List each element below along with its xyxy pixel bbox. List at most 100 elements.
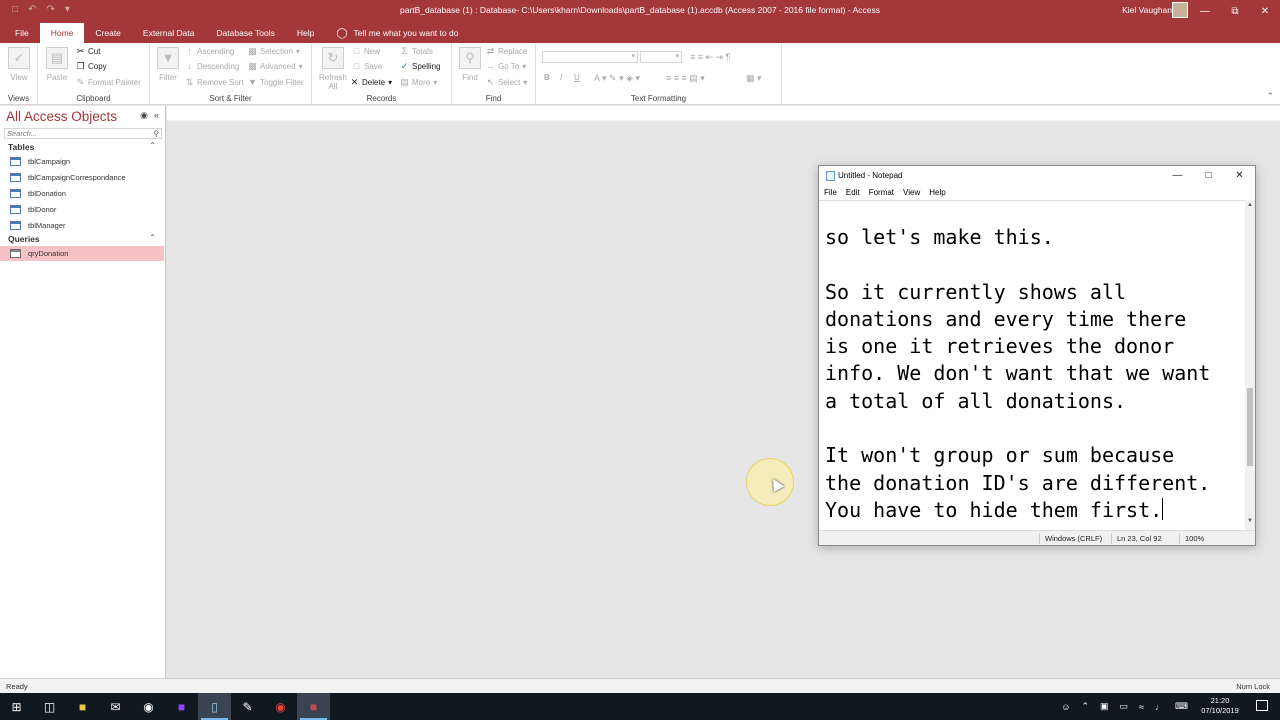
italic-button[interactable]: I	[560, 73, 562, 82]
circle-icon: ◉	[143, 699, 154, 714]
task-view-button[interactable]: ◫	[33, 693, 66, 720]
section-queries[interactable]: Queries ⌃	[0, 233, 164, 246]
tab-database-tools[interactable]: Database Tools	[205, 23, 285, 43]
nav-pane-title[interactable]: All Access Objects	[6, 109, 117, 124]
notepad-text-area[interactable]: so let's make this. So it currently show…	[819, 200, 1246, 530]
collapse-ribbon-icon[interactable]: ⌃	[1266, 91, 1274, 102]
nav-item-tblcampaigncorrespondance[interactable]: tblCampaignCorrespondance	[0, 170, 164, 185]
minimize-icon[interactable]: —	[1190, 0, 1220, 22]
tell-me-box[interactable]: ◯ Tell me what you want to do	[325, 23, 469, 43]
volume-icon[interactable]: ♩	[1155, 702, 1164, 712]
tab-create[interactable]: Create	[84, 23, 132, 43]
maximize-icon[interactable]: □	[1193, 166, 1224, 185]
menu-view[interactable]: View	[903, 188, 920, 197]
nav-menu-icon[interactable]: ◉	[140, 110, 148, 121]
nav-item-tbldonation[interactable]: tblDonation	[0, 186, 164, 201]
new-record-button[interactable]: □ New	[352, 47, 380, 57]
close-icon[interactable]: ✕	[1224, 166, 1255, 185]
bullets-icon[interactable]: ≡ ≡ ⇤ ⇥ ¶	[690, 52, 730, 63]
file-explorer-button[interactable]: ■	[66, 693, 99, 720]
app-taskbar-button[interactable]: ✎	[231, 693, 264, 720]
notepad-icon: ▯	[211, 699, 218, 714]
nav-item-tblcampaign[interactable]: tblCampaign	[0, 154, 164, 169]
tab-external-data[interactable]: External Data	[132, 23, 206, 43]
toggle-filter-button[interactable]: ▼ Toggle Filter	[248, 78, 304, 88]
keyboard-icon[interactable]: ⌨	[1175, 701, 1188, 712]
spelling-button[interactable]: ✓ Spelling	[400, 62, 441, 72]
tab-home[interactable]: Home	[39, 23, 85, 43]
people-icon[interactable]: ☺	[1061, 702, 1070, 712]
menu-format[interactable]: Format	[869, 188, 894, 197]
nav-item-tbldonor[interactable]: tblDonor	[0, 202, 164, 217]
twitch-button[interactable]: ■	[165, 693, 198, 720]
mail-button[interactable]: ✉	[99, 693, 132, 720]
scroll-down-icon[interactable]: ▼	[1245, 518, 1255, 528]
cortana-button[interactable]: ◉	[132, 693, 165, 720]
underline-button[interactable]: U	[574, 73, 580, 82]
delete-button[interactable]: ✕ Delete ▾	[350, 78, 392, 88]
cut-button[interactable]: ✂ Cut	[76, 47, 101, 57]
view-label: View	[10, 73, 28, 82]
scroll-up-icon[interactable]: ▲	[1245, 202, 1255, 212]
chevron-down-icon: ▾	[631, 53, 635, 60]
chrome-button[interactable]: ◉	[264, 693, 297, 720]
avatar[interactable]	[1172, 2, 1188, 18]
notepad-window[interactable]: Untitled - Notepad — □ ✕ File Edit Forma…	[818, 165, 1256, 546]
replace-button[interactable]: ⇄ Replace	[486, 47, 528, 57]
notepad-menu-bar: File Edit Format View Help	[819, 185, 1255, 200]
section-tables[interactable]: Tables ⌃	[0, 141, 164, 154]
advanced-button[interactable]: ▩ Advanced ▾	[248, 62, 302, 72]
notepad-taskbar-button[interactable]: ▯	[198, 693, 231, 720]
find-button[interactable]: ⚲ Find	[455, 47, 485, 82]
scrollbar-thumb[interactable]	[1247, 388, 1253, 466]
start-button[interactable]: ⊞	[0, 693, 33, 720]
notepad-window-controls: — □ ✕	[1162, 166, 1255, 185]
alignment-icons[interactable]: ≡ ≡ ≡ ▤ ▾	[666, 73, 705, 84]
select-button[interactable]: ↖ Select ▾	[486, 78, 528, 88]
battery-icon[interactable]: ▭	[1120, 701, 1129, 712]
selection-button[interactable]: ▩ Selection ▾	[248, 47, 300, 57]
refresh-all-button[interactable]: ↻ Refresh All	[318, 47, 348, 91]
tab-help[interactable]: Help	[286, 23, 325, 43]
paste-button[interactable]: ▤ Paste	[42, 47, 72, 82]
chevron-up-icon[interactable]: ⌃	[1081, 701, 1089, 712]
notification-icon[interactable]	[1256, 700, 1268, 711]
network-icon[interactable]: ▣	[1100, 701, 1109, 712]
font-name-dropdown[interactable]: ▾	[542, 51, 638, 63]
shutter-bar-icon[interactable]: «	[154, 110, 159, 121]
gridlines-icon[interactable]: ▦ ▾	[746, 73, 762, 84]
vertical-scrollbar[interactable]: ▲ ▼	[1245, 200, 1255, 530]
tab-file[interactable]: File	[4, 23, 40, 43]
close-icon[interactable]: ✕	[1250, 0, 1280, 22]
menu-help[interactable]: Help	[929, 188, 945, 197]
access-taskbar-button[interactable]: ■	[297, 693, 330, 720]
filter-button[interactable]: ▼ Filter	[153, 47, 183, 82]
ascending-button[interactable]: ↑ Ascending	[185, 47, 234, 57]
format-painter-label: Format Painter	[88, 78, 141, 87]
font-color-icon[interactable]: A ▾ ✎ ▾ ◈ ▾	[594, 73, 640, 84]
toggle-filter-label: Toggle Filter	[260, 78, 304, 87]
restore-icon[interactable]: ⧉	[1220, 0, 1250, 22]
more-button[interactable]: ▤ More ▾	[400, 78, 437, 88]
view-button[interactable]: ✓ View	[4, 47, 34, 82]
format-painter-button[interactable]: ✎ Format Painter	[76, 78, 141, 88]
wifi-icon[interactable]: ≈	[1139, 702, 1144, 712]
remove-sort-button[interactable]: ⇅ Remove Sort	[185, 78, 244, 88]
copy-button[interactable]: ❐ Copy	[76, 62, 106, 72]
descending-button[interactable]: ↓ Descending	[185, 62, 239, 72]
clock[interactable]: 21:20 07/10/2019	[1198, 696, 1242, 716]
nav-item-tblmanager[interactable]: tblManager	[0, 218, 164, 233]
font-size-dropdown[interactable]: ▾	[640, 51, 682, 63]
menu-file[interactable]: File	[824, 188, 837, 197]
save-record-button[interactable]: □ Save	[352, 62, 382, 72]
minimize-icon[interactable]: —	[1162, 166, 1193, 185]
text-formatting-group-label: Text Formatting	[630, 94, 687, 103]
bold-button[interactable]: B	[544, 73, 550, 82]
menu-edit[interactable]: Edit	[846, 188, 860, 197]
nav-item-qrydonation[interactable]: qryDonation	[0, 246, 164, 261]
go-to-button[interactable]: → Go To ▾	[486, 62, 526, 72]
user-name[interactable]: Kiel Vaughan	[1122, 5, 1172, 15]
totals-button[interactable]: Σ Totals	[400, 47, 433, 57]
nav-search-input[interactable]: Search... ⚲	[4, 128, 162, 139]
notepad-title-bar[interactable]: Untitled - Notepad — □ ✕	[819, 166, 1255, 185]
